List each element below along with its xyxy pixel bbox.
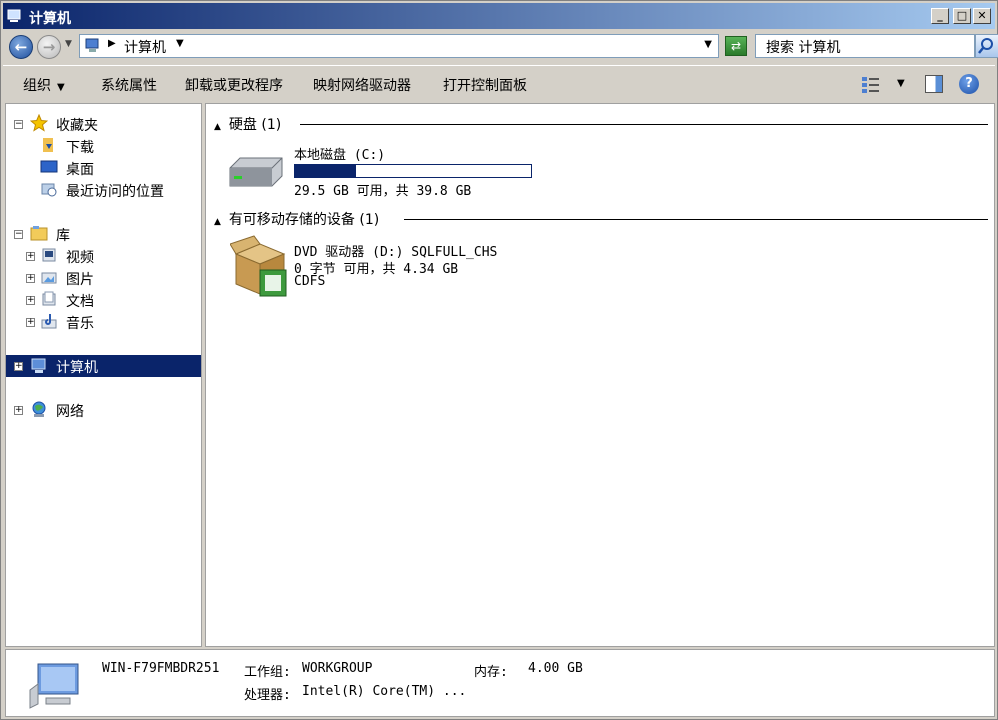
computer-icon bbox=[7, 9, 21, 22]
navigation-pane: − 收藏夹 下载 桌面 最近访问的位置 − 库 + 视频 + 图片 + 文档 +… bbox=[5, 103, 202, 647]
group-header-hard-disks[interactable]: ▲ 硬盘 (1) bbox=[214, 114, 281, 134]
maximize-button[interactable]: □ bbox=[953, 8, 971, 24]
computer-icon bbox=[85, 38, 99, 52]
map-network-drive-button[interactable]: 映射网络驱动器 bbox=[313, 75, 411, 95]
nav-item-recent-places[interactable]: 最近访问的位置 bbox=[6, 180, 201, 200]
back-button[interactable]: ← bbox=[9, 35, 33, 59]
music-library-icon bbox=[41, 314, 57, 329]
hard-disk-icon bbox=[229, 157, 283, 187]
nav-item-libraries[interactable]: − 库 bbox=[6, 224, 201, 244]
collapse-triangle-icon[interactable]: ▲ bbox=[214, 217, 221, 227]
video-library-icon bbox=[42, 248, 56, 262]
window-title: 计算机 bbox=[29, 11, 71, 27]
expand-icon[interactable]: + bbox=[14, 406, 23, 415]
title-bar[interactable]: 计算机 _ □ ✕ bbox=[3, 3, 995, 29]
breadcrumb-arrow-icon[interactable]: ▶ bbox=[108, 38, 116, 49]
system-properties-button[interactable]: 系统属性 bbox=[101, 75, 157, 95]
workgroup-value: WORKGROUP bbox=[302, 661, 373, 676]
group-divider bbox=[404, 219, 988, 220]
close-button[interactable]: ✕ bbox=[973, 8, 991, 24]
nav-item-pictures[interactable]: + 图片 bbox=[6, 268, 201, 288]
star-icon bbox=[30, 114, 48, 132]
details-pane: WIN-F79FMBDR251 工作组: WORKGROUP 内存: 4.00 … bbox=[5, 649, 995, 717]
breadcrumb-dropdown-icon[interactable]: ▼ bbox=[176, 38, 184, 49]
arrow-right-icon: → bbox=[42, 38, 56, 56]
open-control-panel-button[interactable]: 打开控制面板 bbox=[443, 75, 527, 95]
collapse-triangle-icon[interactable]: ▲ bbox=[214, 122, 221, 132]
search-icon bbox=[978, 38, 993, 54]
processor-value: Intel(R) Core(TM) ... bbox=[302, 684, 467, 699]
forward-button[interactable]: → bbox=[37, 35, 61, 59]
drive-c-capacity-bar bbox=[294, 164, 532, 178]
dvd-package-icon bbox=[230, 235, 287, 297]
collapse-icon[interactable]: − bbox=[14, 120, 23, 129]
search-button[interactable] bbox=[975, 34, 998, 58]
download-folder-icon bbox=[43, 138, 53, 152]
nav-item-videos[interactable]: + 视频 bbox=[6, 246, 201, 266]
history-dropdown-icon[interactable]: ▼ bbox=[65, 39, 72, 49]
nav-item-computer[interactable]: + 计算机 bbox=[6, 355, 201, 377]
expand-icon[interactable]: + bbox=[26, 252, 35, 261]
memory-value: 4.00 GB bbox=[528, 661, 583, 676]
workgroup-label: 工作组: bbox=[244, 665, 291, 680]
arrow-left-icon: ← bbox=[14, 38, 28, 56]
address-dropdown-icon[interactable]: ▼ bbox=[704, 39, 712, 50]
group-divider bbox=[300, 124, 988, 125]
picture-library-icon bbox=[41, 272, 57, 284]
nav-item-music[interactable]: + 音乐 bbox=[6, 312, 201, 332]
expand-icon[interactable]: + bbox=[26, 296, 35, 305]
document-library-icon bbox=[42, 291, 56, 306]
expand-icon[interactable]: + bbox=[26, 318, 35, 327]
drive-c-space: 29.5 GB 可用，共 39.8 GB bbox=[294, 184, 472, 199]
recent-places-icon bbox=[41, 183, 57, 197]
help-icon[interactable]: ? bbox=[959, 74, 979, 94]
expand-icon[interactable]: + bbox=[14, 362, 23, 371]
drive-d-filesystem: CDFS bbox=[294, 274, 326, 289]
organize-menu[interactable]: 组织 ▼ bbox=[23, 75, 65, 95]
drive-c-used-fill bbox=[295, 165, 357, 177]
address-bar[interactable]: ▶ 计算机 ▼ ▼ bbox=[79, 34, 719, 58]
refresh-button[interactable]: ⇄ bbox=[725, 36, 747, 56]
address-row: ← → ▼ ▶ 计算机 ▼ ▼ ⇄ 搜索 计算机 bbox=[3, 31, 998, 63]
nav-item-network[interactable]: + 网络 bbox=[6, 400, 201, 420]
expand-icon[interactable]: + bbox=[26, 274, 35, 283]
preview-pane-icon[interactable] bbox=[925, 75, 943, 93]
chevron-down-icon: ▼ bbox=[57, 82, 65, 93]
view-options-icon[interactable] bbox=[861, 76, 881, 94]
collapse-icon[interactable]: − bbox=[14, 230, 23, 239]
view-dropdown-icon[interactable]: ▼ bbox=[897, 78, 905, 89]
nav-item-downloads[interactable]: 下载 bbox=[6, 136, 201, 156]
library-icon bbox=[30, 226, 48, 241]
drive-c-name: 本地磁盘 (C:) bbox=[294, 148, 386, 163]
refresh-icon: ⇄ bbox=[730, 39, 742, 53]
network-icon bbox=[32, 401, 46, 417]
nav-item-documents[interactable]: + 文档 bbox=[6, 290, 201, 310]
content-pane: ▲ 硬盘 (1) 本地磁盘 (C:) 29.5 GB 可用，共 39.8 GB ▲… bbox=[205, 103, 995, 647]
computer-icon bbox=[31, 358, 46, 373]
command-bar: 组织 ▼ 系统属性 卸载或更改程序 映射网络驱动器 打开控制面板 ▼ ? bbox=[3, 65, 995, 102]
minimize-button[interactable]: _ bbox=[931, 8, 949, 24]
breadcrumb-computer[interactable]: 计算机 bbox=[124, 37, 166, 57]
desktop-icon bbox=[40, 160, 58, 173]
explorer-window: 计算机 _ □ ✕ ← → ▼ ▶ 计算机 ▼ ▼ ⇄ 搜索 计算机 组织 ▼ … bbox=[0, 0, 998, 720]
processor-label: 处理器: bbox=[244, 688, 291, 703]
search-input[interactable]: 搜索 计算机 bbox=[755, 34, 975, 58]
computer-name: WIN-F79FMBDR251 bbox=[102, 661, 220, 676]
memory-label: 内存: bbox=[474, 665, 508, 680]
search-placeholder: 搜索 计算机 bbox=[766, 40, 841, 56]
group-header-removable[interactable]: ▲ 有可移动存储的设备 (1) bbox=[214, 209, 379, 229]
computer-large-icon bbox=[29, 663, 79, 709]
nav-item-desktop[interactable]: 桌面 bbox=[6, 158, 201, 178]
uninstall-program-button[interactable]: 卸载或更改程序 bbox=[185, 75, 283, 95]
nav-item-favorites[interactable]: − 收藏夹 bbox=[6, 114, 201, 134]
